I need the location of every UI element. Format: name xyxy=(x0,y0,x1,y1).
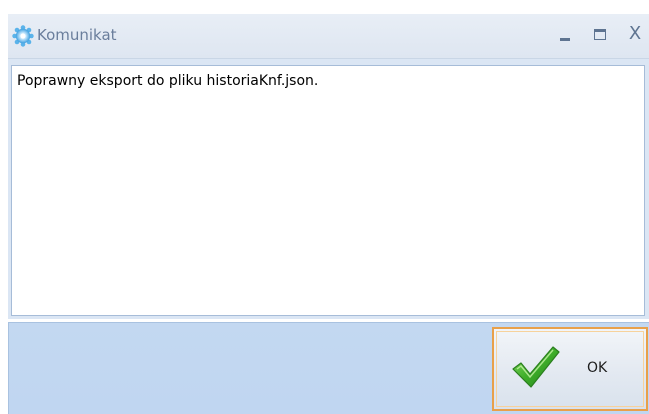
ok-button[interactable]: OK xyxy=(492,327,648,411)
message-text: Poprawny eksport do pliku historiaKnf.js… xyxy=(17,73,319,89)
close-button[interactable]: X xyxy=(622,22,648,46)
close-icon: X xyxy=(628,23,642,44)
message-frame: Poprawny eksport do pliku historiaKnf.js… xyxy=(8,59,649,319)
minimize-icon xyxy=(560,37,570,41)
message-textbox[interactable]: Poprawny eksport do pliku historiaKnf.js… xyxy=(11,65,645,316)
title-bar[interactable]: Komunikat X xyxy=(8,14,649,59)
checkmark-icon xyxy=(512,346,560,388)
ok-button-label: OK xyxy=(587,360,608,376)
app-gear-icon xyxy=(12,25,34,47)
maximize-icon xyxy=(594,28,606,40)
button-panel: OK xyxy=(8,322,649,414)
window-title: Komunikat xyxy=(37,26,117,44)
minimize-button[interactable] xyxy=(552,22,578,46)
dialog-window: Komunikat X Poprawny eksport do pliku hi… xyxy=(8,14,649,414)
maximize-button[interactable] xyxy=(587,22,613,46)
